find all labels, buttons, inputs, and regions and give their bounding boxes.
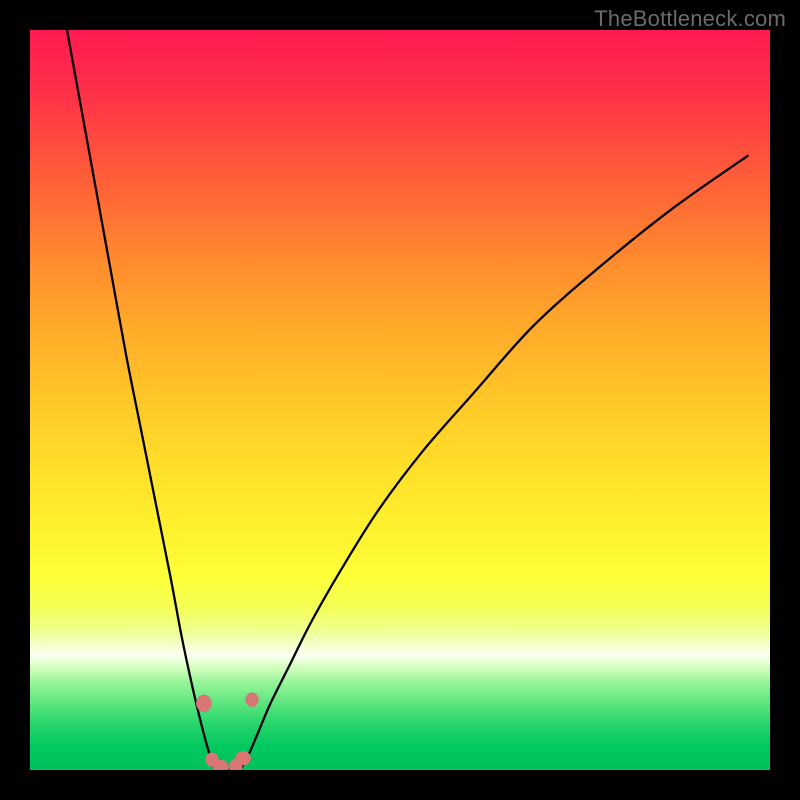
chart-frame: TheBottleneck.com — [0, 0, 800, 800]
watermark-text: TheBottleneck.com — [594, 6, 786, 32]
plot-background-gradient — [30, 30, 770, 770]
